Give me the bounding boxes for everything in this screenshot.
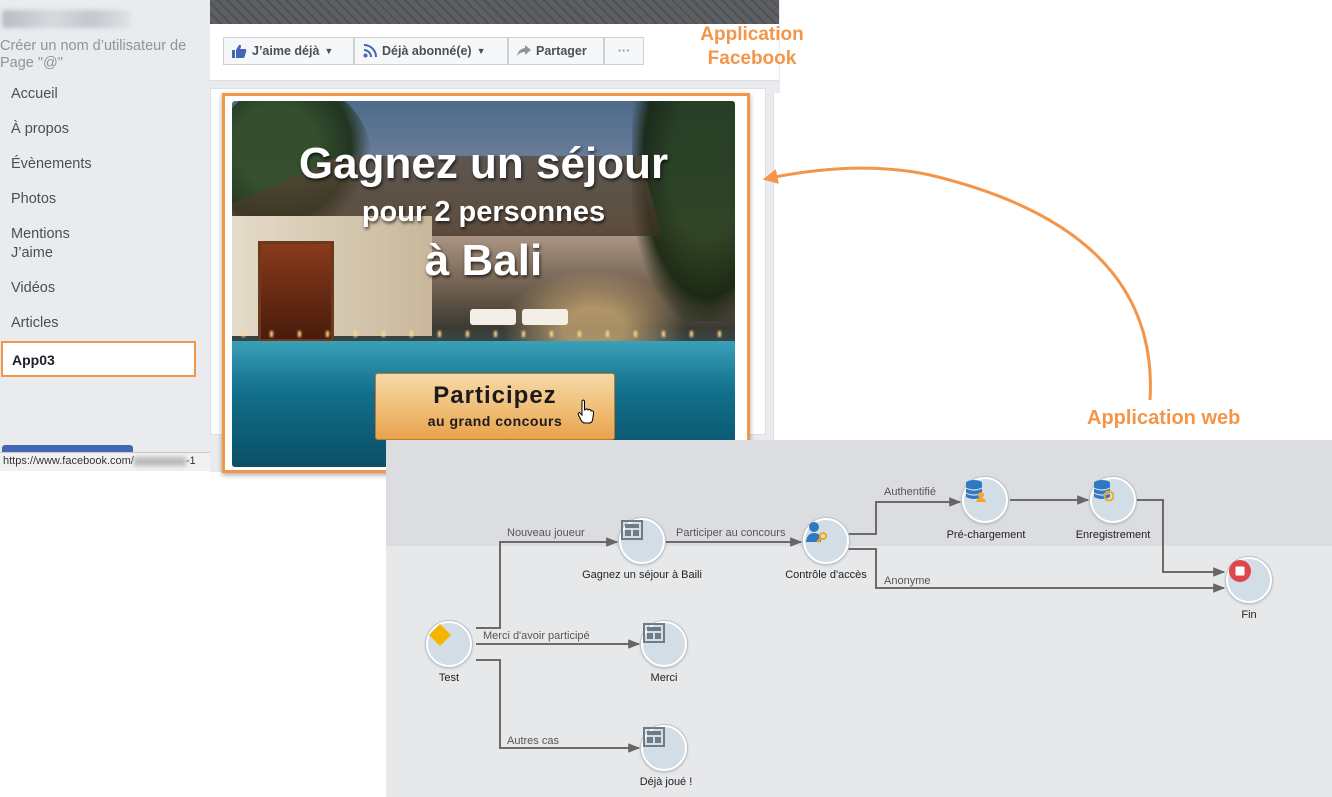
edge-label-participer: Participer au concours [676,527,786,539]
page-layout-icon [643,727,665,747]
edge-label-anonyme: Anonyme [884,575,931,587]
edge-label-merci-participe: Merci d'avoir participé [483,630,590,642]
edge-label-autres-cas: Autres cas [507,735,559,747]
node-label-gagnez: Gagnez un séjour à Baili [582,569,702,581]
node-label-test: Test [438,672,460,684]
node-label-merci: Merci [650,672,678,684]
workflow-node-prechargement[interactable] [962,477,1008,523]
node-label-controle: Contrôle d'accès [785,569,867,581]
workflow-node-deja-joue[interactable] [641,725,687,771]
node-label-prechargement: Pré-chargement [946,529,1026,541]
page-layout-icon [621,520,643,540]
workflow-node-test[interactable] [426,621,472,667]
diamond-icon [429,624,451,646]
node-label-fin: Fin [1241,609,1257,621]
node-label-deja-joue: Déjà joué ! [639,776,693,788]
page-layout-icon [643,623,665,643]
workflow-node-controle[interactable] [803,518,849,564]
stop-icon [1229,560,1251,582]
database-sync-icon [1093,480,1114,502]
user-key-icon [806,522,827,543]
edge-label-nouveau-joueur: Nouveau joueur [507,527,585,539]
workflow-node-enregistrement[interactable] [1090,477,1136,523]
database-user-icon [965,480,986,502]
edge-label-authentifie: Authentifié [884,486,936,498]
workflow-node-fin[interactable] [1226,557,1272,603]
workflow-node-gagnez[interactable] [619,518,665,564]
workflow-canvas: Nouveau joueur Merci d'avoir participé A… [386,440,1332,797]
node-label-enregistrement: Enregistrement [1075,529,1151,541]
workflow-node-merci[interactable] [641,621,687,667]
